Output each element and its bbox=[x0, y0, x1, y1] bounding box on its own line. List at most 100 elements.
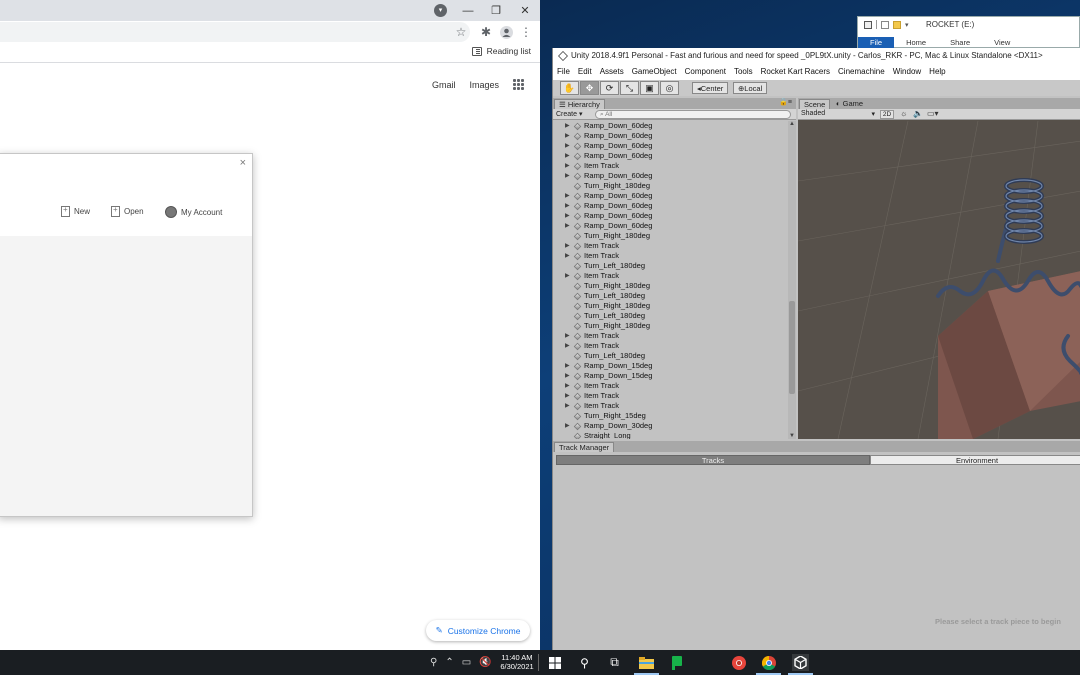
properties-icon[interactable] bbox=[881, 20, 889, 29]
hierarchy-row[interactable]: Turn_Right_180deg bbox=[553, 281, 788, 291]
chrome-icon[interactable] bbox=[756, 654, 781, 675]
expand-arrow-icon[interactable]: ▶ bbox=[565, 421, 570, 431]
gmail-link[interactable]: Gmail bbox=[432, 80, 456, 90]
mode-2d-toggle[interactable]: 2D bbox=[880, 110, 894, 119]
expand-arrow-icon[interactable]: ▶ bbox=[565, 121, 570, 131]
menu-window[interactable]: Window bbox=[893, 67, 921, 80]
dialog-close-icon[interactable]: × bbox=[240, 157, 246, 169]
hierarchy-row[interactable]: ▶ Ramp_Down_15deg bbox=[553, 361, 788, 371]
expand-arrow-icon[interactable]: ▶ bbox=[565, 151, 570, 161]
hierarchy-row[interactable]: ▶ Item Track bbox=[553, 331, 788, 341]
hierarchy-row[interactable]: Turn_Right_180deg bbox=[553, 321, 788, 331]
hierarchy-row[interactable]: ▶ Item Track bbox=[553, 391, 788, 401]
hierarchy-row[interactable]: Turn_Left_180deg bbox=[553, 351, 788, 361]
volume-muted-icon[interactable]: 🔇 bbox=[479, 657, 491, 668]
hierarchy-row[interactable]: ▶ Ramp_Down_60deg bbox=[553, 151, 788, 161]
tray-clock[interactable]: 11:40 AM 6/30/2021 bbox=[498, 653, 536, 671]
extensions-puzzle-icon[interactable]: ✱ bbox=[477, 23, 495, 41]
hierarchy-row[interactable]: ▶ Item Track bbox=[553, 341, 788, 351]
hierarchy-row[interactable]: ▶ Item Track bbox=[553, 271, 788, 281]
expand-arrow-icon[interactable]: ▶ bbox=[565, 381, 570, 391]
scene-effects-icon[interactable]: ▭▾ bbox=[927, 109, 939, 118]
hierarchy-row[interactable]: ▶ Ramp_Down_60deg bbox=[553, 141, 788, 151]
hierarchy-row[interactable]: Turn_Right_180deg bbox=[553, 301, 788, 311]
scene-audio-icon[interactable]: 🔈 bbox=[913, 109, 923, 118]
tracks-tab[interactable]: Tracks bbox=[556, 455, 870, 465]
hierarchy-row[interactable]: ▶ Ramp_Down_60deg bbox=[553, 171, 788, 181]
images-link[interactable]: Images bbox=[469, 80, 499, 90]
hierarchy-row[interactable]: ▶ Item Track bbox=[553, 241, 788, 251]
transform-tool-icon[interactable]: ◎ bbox=[660, 81, 679, 95]
menu-rocket-kart-racers[interactable]: Rocket Kart Racers bbox=[761, 67, 830, 80]
bookmark-star-icon[interactable]: ☆ bbox=[452, 23, 470, 41]
hierarchy-scroll-thumb[interactable] bbox=[789, 301, 795, 394]
profile-avatar-icon[interactable] bbox=[497, 23, 515, 41]
hierarchy-row[interactable]: Turn_Left_180deg bbox=[553, 311, 788, 321]
expand-arrow-icon[interactable]: ▶ bbox=[565, 201, 570, 211]
hierarchy-row[interactable]: ▶ Item Track bbox=[553, 161, 788, 171]
hierarchy-row[interactable]: ▶ Ramp_Down_60deg bbox=[553, 221, 788, 231]
chrome-canary-icon[interactable] bbox=[730, 654, 747, 671]
reading-list-button[interactable]: Reading list bbox=[471, 46, 531, 56]
environment-tab[interactable]: Environment bbox=[870, 455, 1080, 465]
expand-arrow-icon[interactable]: ▶ bbox=[565, 171, 570, 181]
hierarchy-row[interactable]: ▶ Ramp_Down_15deg bbox=[553, 371, 788, 381]
address-bar[interactable] bbox=[0, 22, 470, 42]
close-icon[interactable]: ✕ bbox=[510, 0, 540, 21]
expand-arrow-icon[interactable]: ▶ bbox=[565, 391, 570, 401]
scale-tool-icon[interactable]: ⤡ bbox=[620, 81, 639, 95]
expand-arrow-icon[interactable]: ▶ bbox=[565, 251, 570, 261]
expand-arrow-icon[interactable]: ▶ bbox=[565, 371, 570, 381]
hierarchy-row[interactable]: ▶ Ramp_Down_30deg bbox=[553, 421, 788, 431]
hierarchy-row[interactable]: Straight_Long bbox=[553, 431, 788, 439]
open-button[interactable]: Open bbox=[111, 205, 144, 217]
scene-lighting-icon[interactable]: ☼ bbox=[900, 109, 907, 118]
restore-icon[interactable]: ❐ bbox=[481, 0, 511, 21]
hierarchy-row[interactable]: Turn_Right_15deg bbox=[553, 411, 788, 421]
qa-dropdown-icon[interactable]: ▾ bbox=[905, 21, 909, 29]
tab-game[interactable]: ◐ Game bbox=[832, 99, 867, 109]
file-explorer-icon[interactable] bbox=[634, 654, 659, 675]
shading-mode-dropdown[interactable]: Shaded ▾ bbox=[801, 110, 877, 119]
my-account-button[interactable]: My Account bbox=[165, 206, 222, 218]
hierarchy-scrollbar[interactable]: ▲ ▼ bbox=[788, 121, 796, 439]
expand-arrow-icon[interactable]: ▶ bbox=[565, 191, 570, 201]
hierarchy-row[interactable]: ▶ Item Track bbox=[553, 401, 788, 411]
unity-titlebar[interactable]: Unity 2018.4.9f1 Personal - Fast and fur… bbox=[553, 48, 1080, 65]
chrome-menu-icon[interactable]: ⋮ bbox=[517, 23, 535, 41]
menu-file[interactable]: File bbox=[557, 67, 570, 80]
hierarchy-row[interactable]: Turn_Left_180deg bbox=[553, 291, 788, 301]
menu-edit[interactable]: Edit bbox=[578, 67, 592, 80]
hierarchy-row[interactable]: ▶ Item Track bbox=[553, 251, 788, 261]
hierarchy-row[interactable]: ▶ Ramp_Down_60deg bbox=[553, 121, 788, 131]
expand-arrow-icon[interactable]: ▶ bbox=[565, 241, 570, 251]
hierarchy-row[interactable]: Turn_Right_180deg bbox=[553, 181, 788, 191]
rotate-tool-icon[interactable]: ⟳ bbox=[600, 81, 619, 95]
menu-gameobject[interactable]: GameObject bbox=[632, 67, 677, 80]
tray-chevron-up-icon[interactable]: ⌃ bbox=[445, 657, 453, 668]
create-dropdown[interactable]: Create ▾ bbox=[556, 110, 582, 118]
menu-component[interactable]: Component bbox=[685, 67, 726, 80]
expand-arrow-icon[interactable]: ▶ bbox=[565, 131, 570, 141]
panel-lock-icon[interactable]: 🔒≡ bbox=[779, 98, 792, 106]
windows-start-icon[interactable] bbox=[546, 654, 563, 671]
tab-scene[interactable]: Scene bbox=[799, 99, 831, 109]
expand-arrow-icon[interactable]: ▶ bbox=[565, 331, 570, 341]
hierarchy-row[interactable]: ▶ Ramp_Down_60deg bbox=[553, 131, 788, 141]
expand-arrow-icon[interactable]: ▶ bbox=[565, 401, 570, 411]
scroll-up-icon[interactable]: ▲ bbox=[789, 121, 795, 127]
chrome-titlebar[interactable]: ▾ — ❐ ✕ bbox=[0, 0, 540, 21]
hierarchy-row[interactable]: ▶ Ramp_Down_60deg bbox=[553, 201, 788, 211]
menu-help[interactable]: Help bbox=[929, 67, 945, 80]
hierarchy-tab[interactable]: ☰ Hierarchy bbox=[554, 99, 605, 109]
minimize-icon[interactable]: — bbox=[453, 0, 483, 21]
expand-arrow-icon[interactable]: ▶ bbox=[565, 341, 570, 351]
rect-tool-icon[interactable]: ▣ bbox=[640, 81, 659, 95]
scroll-down-icon[interactable]: ▼ bbox=[789, 433, 795, 439]
pivot-local-toggle[interactable]: ⊕ Local bbox=[733, 82, 768, 94]
pivot-center-toggle[interactable]: ◂ Center bbox=[692, 82, 729, 94]
menu-assets[interactable]: Assets bbox=[600, 67, 624, 80]
task-view-icon[interactable]: ⧉ bbox=[606, 654, 623, 671]
menu-cinemachine[interactable]: Cinemachine bbox=[838, 67, 885, 80]
network-icon[interactable]: ▭ bbox=[462, 657, 471, 668]
